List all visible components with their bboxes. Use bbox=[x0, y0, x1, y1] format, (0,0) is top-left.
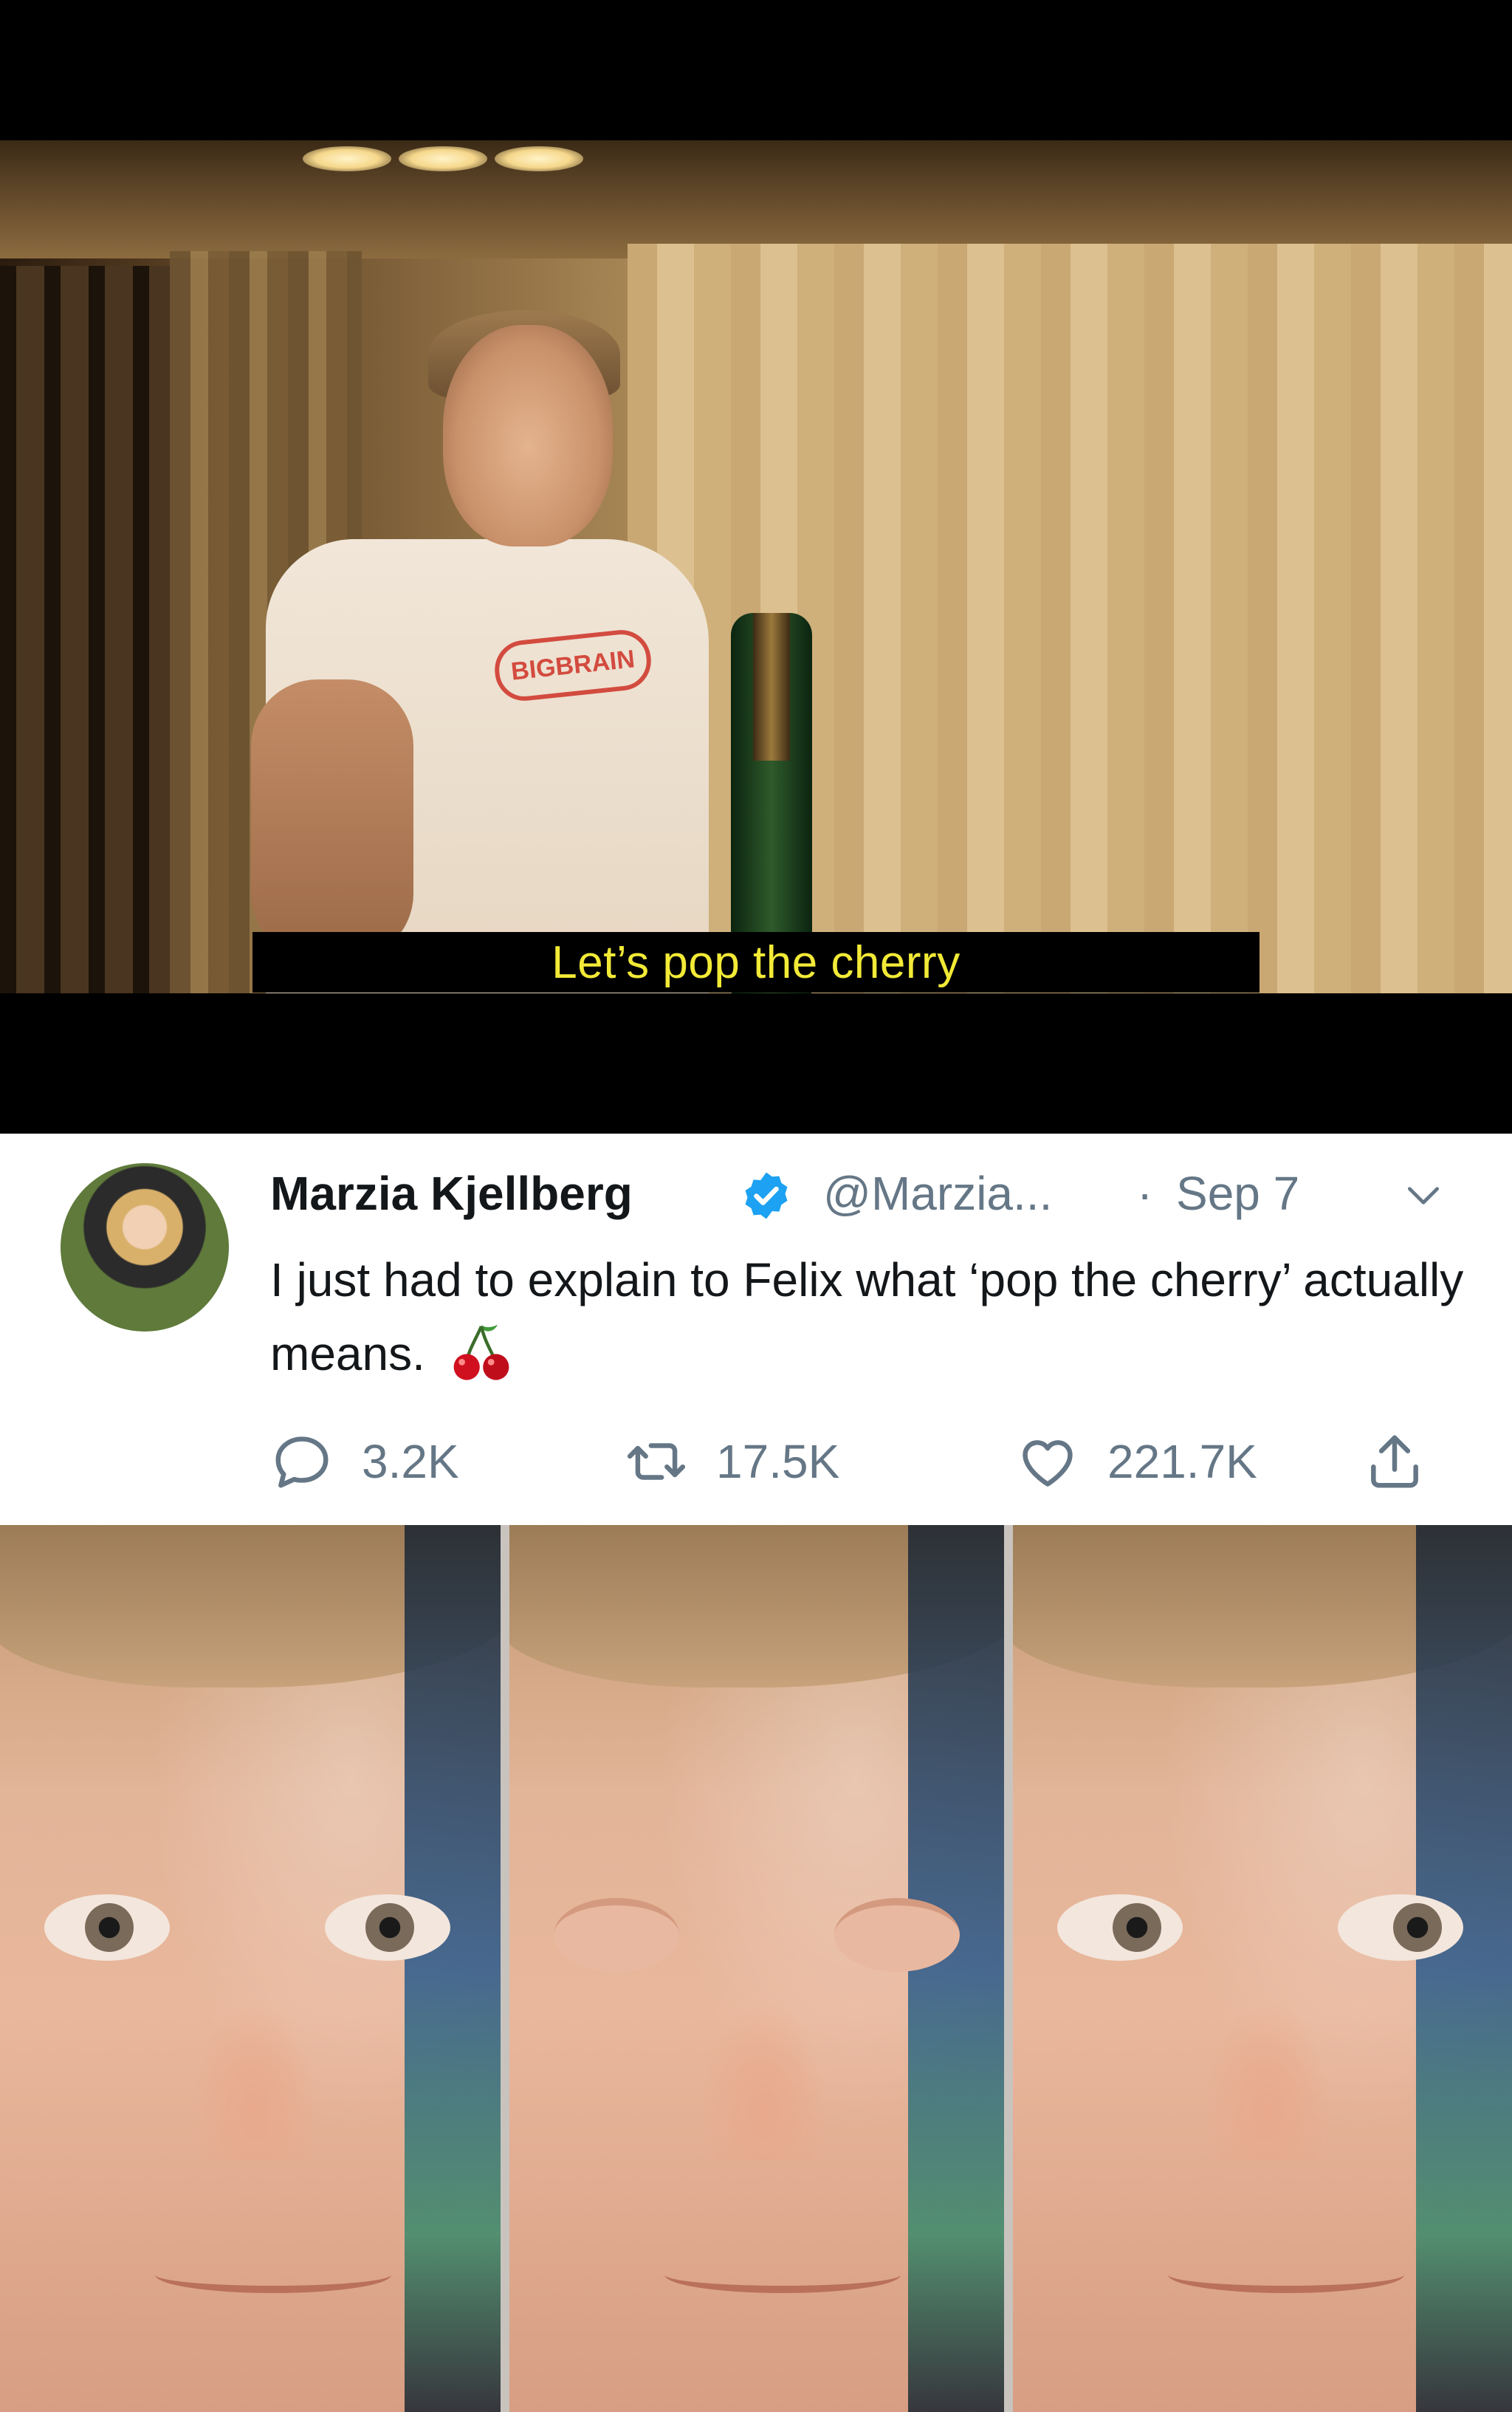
tweet-text: I just had to explain to Felix what ‘pop… bbox=[270, 1243, 1466, 1391]
retweet-count: 17.5K bbox=[716, 1435, 840, 1488]
ceiling-light bbox=[303, 146, 391, 171]
share-icon bbox=[1371, 1435, 1418, 1488]
avatar[interactable] bbox=[61, 1163, 229, 1332]
blink-panel-open bbox=[1013, 1525, 1512, 2412]
reply-count: 3.2K bbox=[362, 1435, 459, 1488]
subtitle-bar: Let’s pop the cherry bbox=[252, 932, 1260, 993]
like-button[interactable]: 221.7K bbox=[1016, 1425, 1257, 1498]
bottle-neck bbox=[753, 613, 790, 761]
display-name[interactable]: Marzia Kjellberg bbox=[270, 1166, 633, 1221]
nose bbox=[192, 1998, 317, 2160]
panel-divider bbox=[1004, 1525, 1013, 2412]
eye-left bbox=[44, 1894, 170, 1961]
reply-button[interactable]: 3.2K bbox=[270, 1425, 459, 1498]
eye-right bbox=[1338, 1894, 1463, 1961]
panel-divider bbox=[501, 1525, 509, 2412]
eye-right bbox=[325, 1894, 450, 1961]
background bbox=[405, 1525, 501, 2412]
arm bbox=[251, 679, 413, 960]
mouth bbox=[1168, 2256, 1404, 2293]
mouth bbox=[155, 2256, 391, 2293]
background bbox=[1416, 1525, 1512, 2412]
iris bbox=[85, 1903, 134, 1952]
chevron-down-icon[interactable] bbox=[1403, 1175, 1444, 1216]
share-button[interactable] bbox=[1363, 1425, 1454, 1498]
blink-panel-closed bbox=[509, 1525, 1004, 2412]
head bbox=[443, 325, 613, 547]
like-icon bbox=[1023, 1440, 1073, 1487]
mouth bbox=[664, 2256, 901, 2293]
separator-dot: · bbox=[1137, 1167, 1153, 1220]
like-count: 221.7K bbox=[1107, 1435, 1257, 1488]
eye-left-closed bbox=[554, 1898, 679, 1972]
iris bbox=[1113, 1903, 1161, 1952]
cherry-icon bbox=[453, 1324, 509, 1380]
eye-left bbox=[1057, 1894, 1183, 1961]
eye-right-closed bbox=[834, 1898, 960, 1972]
video-section: BIGBRAIN Let’s pop the cherry bbox=[0, 0, 1512, 1134]
verified-icon bbox=[745, 1172, 788, 1219]
handle[interactable]: @Marzia... bbox=[823, 1166, 1052, 1221]
person: BIGBRAIN bbox=[251, 295, 768, 993]
retweet-button[interactable]: 17.5K bbox=[625, 1425, 839, 1498]
ceiling-light bbox=[399, 146, 487, 171]
iris bbox=[365, 1903, 414, 1952]
blinking-guy-strip bbox=[0, 1525, 1512, 2412]
iris bbox=[1393, 1903, 1442, 1952]
tweet-card: Marzia Kjellberg @Marzia... · Sep 7 I ju… bbox=[0, 1134, 1512, 1525]
subtitle-text: Let’s pop the cherry bbox=[551, 936, 961, 988]
blink-panel-open bbox=[0, 1525, 501, 2412]
video-frame: BIGBRAIN bbox=[0, 140, 1512, 993]
ceiling-light bbox=[495, 146, 583, 171]
reply-icon bbox=[275, 1436, 329, 1488]
tweet-date[interactable]: Sep 7 bbox=[1176, 1166, 1299, 1221]
nose bbox=[1205, 1998, 1330, 2160]
tweet-actions: 3.2K 17.5K 221.7K bbox=[270, 1425, 1481, 1498]
ceiling bbox=[0, 140, 1512, 258]
retweet-icon bbox=[627, 1443, 686, 1480]
nose bbox=[701, 1998, 827, 2160]
window bbox=[0, 266, 170, 993]
